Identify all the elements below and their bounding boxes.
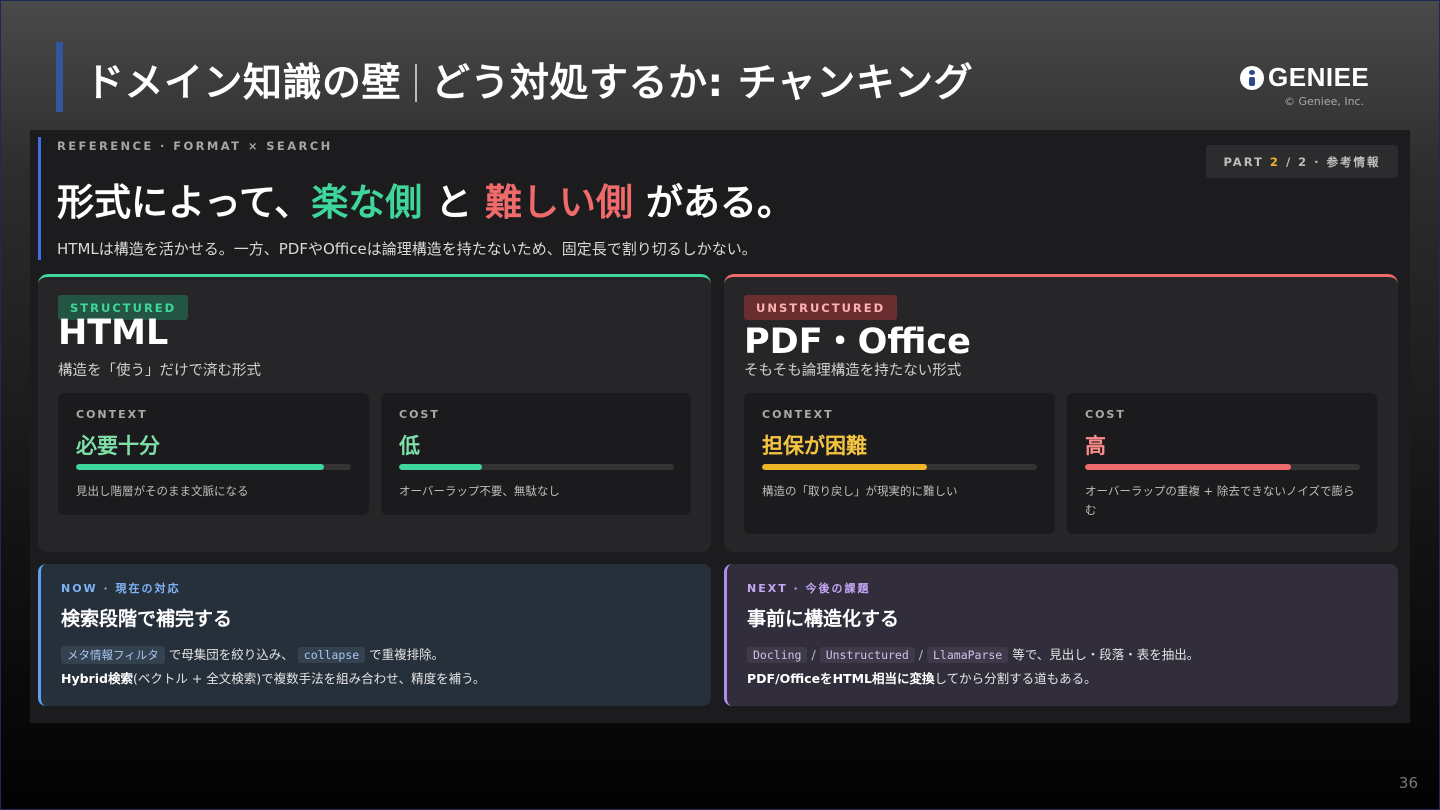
headline-text-c: がある。 bbox=[632, 181, 794, 224]
structured-card: STRUCTURED HTML 構造を「使う」だけで済む形式 CONTEXT 必… bbox=[38, 274, 711, 552]
metric-fill bbox=[399, 464, 482, 470]
code-tag: collapse bbox=[297, 647, 366, 663]
next-bold: PDF/OfficeをHTML相当に変換 bbox=[747, 671, 935, 686]
code-tag: Unstructured bbox=[819, 647, 915, 663]
structured-subtitle: 構造を「使う」だけで済む形式 bbox=[58, 363, 261, 379]
slide-title: ドメイン知識の壁 どう対処するか: チャンキング bbox=[85, 52, 973, 108]
unstructured-cost-metric: COST 高 オーバーラップの重複 + 除去できないノイズで膨らむ bbox=[1067, 393, 1377, 534]
slide-title-sub: どう対処するか: チャンキング bbox=[431, 61, 974, 106]
code-tag: LlamaParse bbox=[927, 647, 1009, 663]
next-text-2: してから分割する道もある。 bbox=[934, 671, 1097, 686]
now-label: NOW · 現在の対応 bbox=[61, 582, 181, 595]
slash-separator: / bbox=[811, 647, 816, 662]
metric-description: 構造の「取り戻し」が現実的に難しい bbox=[762, 484, 958, 498]
slash-separator: / bbox=[918, 647, 923, 662]
structured-cost-metric: COST 低 オーバーラップ不要、無駄なし bbox=[381, 393, 691, 515]
now-text-1: で母集団を絞り込み、 bbox=[168, 647, 294, 662]
metric-value: 低 bbox=[399, 434, 420, 458]
geniee-logo-icon bbox=[1240, 65, 1264, 90]
next-text-1: 等で、見出し・段落・表を抽出。 bbox=[1012, 647, 1200, 662]
metric-fill bbox=[76, 464, 324, 470]
part-suffix: / 2 · 参考情報 bbox=[1285, 154, 1381, 169]
now-line-2: Hybrid検索(ベクトル + 全文検索)で複数手法を組み合わせ、精度を補う。 bbox=[61, 668, 485, 687]
page-number: 36 bbox=[1398, 774, 1418, 792]
headline-text-a: 形式によって、 bbox=[57, 181, 312, 224]
lead-text: HTMLは構造を活かせる。一方、PDFやOfficeは論理構造を持たないため、固… bbox=[57, 240, 757, 258]
headline-accent-bar bbox=[38, 137, 41, 260]
next-label: NEXT · 今後の課題 bbox=[747, 582, 871, 595]
next-line-1: Docling / Unstructured / LlamaParse 等で、見出し・段落… bbox=[747, 644, 1199, 663]
part-current: 2 bbox=[1269, 154, 1280, 169]
copyright-text: © Geniee, Inc. bbox=[1284, 95, 1365, 108]
now-bold: Hybrid検索 bbox=[61, 671, 133, 686]
metric-fill bbox=[762, 464, 927, 470]
metric-fill bbox=[1085, 464, 1292, 470]
unstructured-context-metric: CONTEXT 担保が困難 構造の「取り戻し」が現実的に難しい bbox=[744, 393, 1055, 534]
reference-label: REFERENCE · FORMAT × SEARCH bbox=[57, 139, 333, 153]
part-badge: PART 2 / 2 · 参考情報 bbox=[1206, 145, 1398, 178]
next-box: NEXT · 今後の課題 事前に構造化する Docling / Unstructur… bbox=[724, 564, 1398, 706]
code-tag: メタ情報フィルタ bbox=[61, 646, 165, 664]
unstructured-title: PDF・Office bbox=[744, 322, 971, 362]
metric-track bbox=[76, 464, 351, 470]
title-accent-bar bbox=[56, 42, 63, 112]
unstructured-subtitle: そもそも論理構造を持たない形式 bbox=[744, 363, 962, 379]
metric-value: 担保が困難 bbox=[762, 434, 867, 458]
metric-track bbox=[399, 464, 674, 470]
metric-description: オーバーラップ不要、無駄なし bbox=[399, 484, 560, 498]
metric-track bbox=[1085, 464, 1360, 470]
metric-description: 見出し階層がそのまま文脈になる bbox=[76, 484, 249, 498]
metric-track bbox=[762, 464, 1037, 470]
metric-label: COST bbox=[1085, 408, 1126, 421]
metric-label: COST bbox=[399, 408, 440, 421]
part-prefix: PART bbox=[1223, 154, 1264, 169]
metric-label: CONTEXT bbox=[76, 408, 148, 421]
headline-hard: 難しい側 bbox=[484, 181, 633, 224]
logo-mark: GENIEE bbox=[1240, 62, 1370, 93]
headline: 形式によって、楽な側 と 難しい側 がある。 bbox=[57, 172, 794, 226]
code-tag: Docling bbox=[747, 647, 808, 663]
next-title: 事前に構造化する bbox=[747, 608, 900, 630]
structured-context-metric: CONTEXT 必要十分 見出し階層がそのまま文脈になる bbox=[58, 393, 369, 515]
title-separator bbox=[415, 64, 418, 102]
now-title: 検索段階で補完する bbox=[61, 608, 233, 630]
company-logo: GENIEE © Geniee, Inc. bbox=[1240, 62, 1370, 108]
metric-label: CONTEXT bbox=[762, 408, 834, 421]
metric-description: オーバーラップの重複 + 除去できないノイズで膨らむ bbox=[1085, 484, 1355, 517]
headline-text-b: と bbox=[422, 181, 485, 224]
metric-value: 必要十分 bbox=[76, 434, 160, 458]
now-text-2: で重複排除。 bbox=[369, 647, 445, 662]
next-line-2: PDF/OfficeをHTML相当に変換してから分割する道もある。 bbox=[747, 668, 1097, 687]
slide-title-main: ドメイン知識の壁 bbox=[85, 61, 402, 106]
structured-title: HTML bbox=[58, 313, 169, 353]
unstructured-card: UNSTRUCTURED PDF・Office そもそも論理構造を持たない形式 … bbox=[724, 274, 1398, 552]
now-text-3: (ベクトル + 全文検索)で複数手法を組み合わせ、精度を補う。 bbox=[132, 671, 486, 686]
now-line-1: メタ情報フィルタ で母集団を絞り込み、 collapse で重複排除。 bbox=[61, 644, 444, 664]
now-box: NOW · 現在の対応 検索段階で補完する メタ情報フィルタ で母集団を絞り込み、… bbox=[38, 564, 711, 706]
metric-value: 高 bbox=[1085, 434, 1106, 458]
headline-easy: 楽な側 bbox=[311, 181, 423, 224]
logo-text: GENIEE bbox=[1268, 62, 1370, 92]
